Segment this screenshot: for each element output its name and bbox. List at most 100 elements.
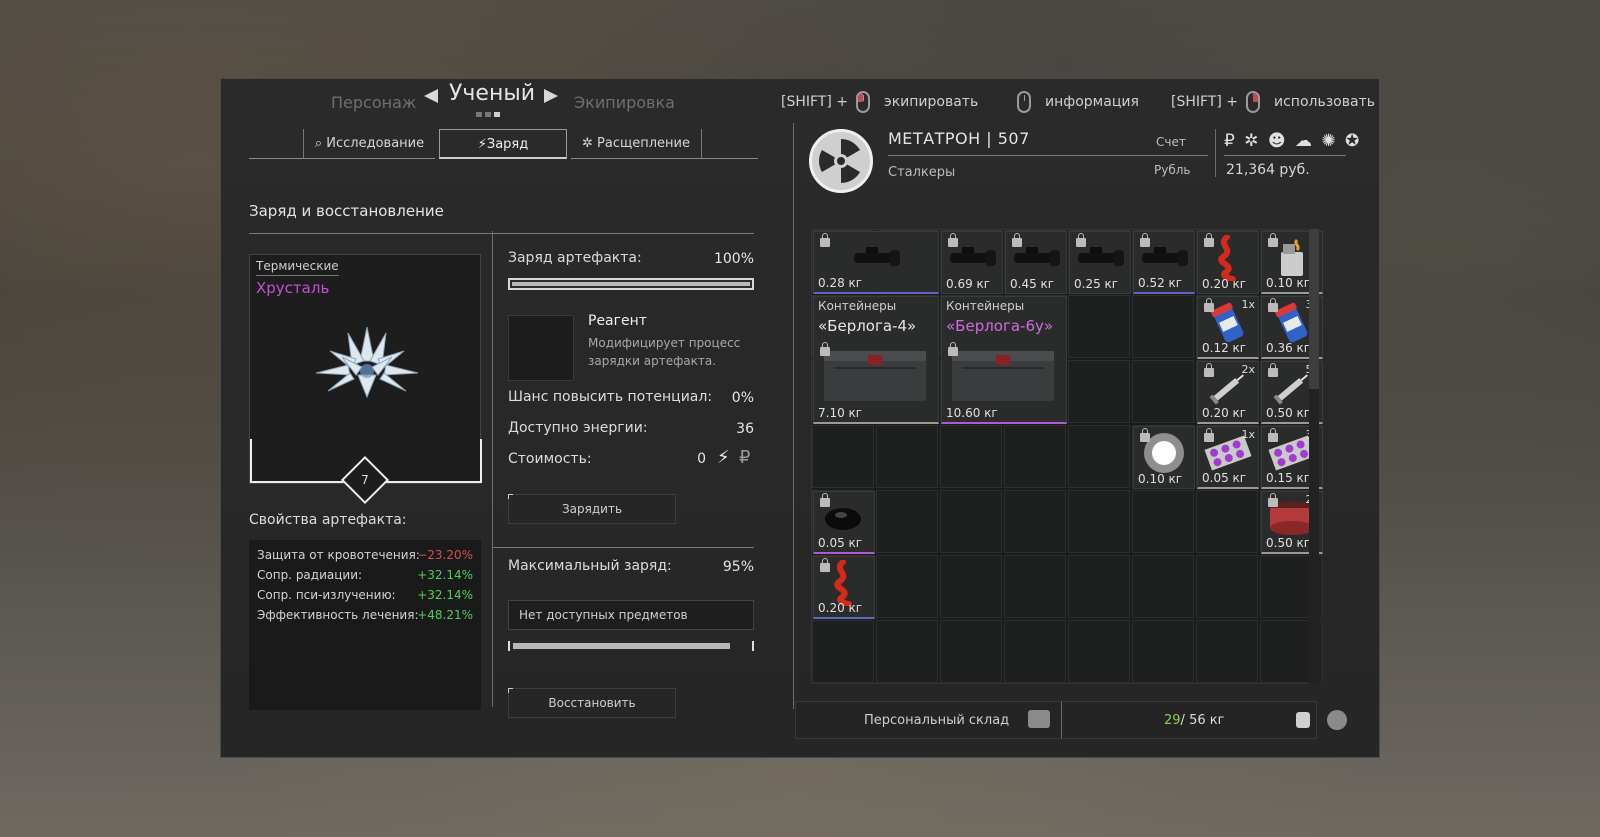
inventory-cell[interactable] bbox=[1196, 555, 1258, 618]
inventory-item-container[interactable]: Контейнеры «Берлога-4» 7.10 кг bbox=[813, 296, 939, 424]
inventory-cell[interactable] bbox=[940, 555, 1002, 618]
item-title: «Берлога-4» bbox=[818, 317, 917, 335]
currency-icons[interactable]: ₽ ✲ ☻ ☁ ✺ ✪ bbox=[1224, 131, 1361, 151]
artifact-preview[interactable]: Термические Хрусталь 7 bbox=[249, 254, 482, 505]
inventory-cell[interactable] bbox=[1004, 490, 1066, 553]
inventory-cell[interactable] bbox=[1132, 490, 1194, 553]
player-name: МЕТАТРОН | 507 bbox=[888, 129, 1030, 148]
item-count: 1x bbox=[1241, 298, 1255, 311]
item-category: Контейнеры bbox=[818, 299, 897, 313]
charge-button[interactable]: Зарядить bbox=[508, 494, 676, 524]
scope-icon bbox=[942, 243, 1002, 277]
subtab-spacer-left bbox=[249, 129, 303, 159]
inventory-item-scope[interactable]: 0.25 кг bbox=[1069, 231, 1131, 294]
inventory-item-artifact-black[interactable]: 0.05 кг bbox=[813, 491, 875, 554]
inventory-cell[interactable] bbox=[812, 620, 874, 683]
inventory-cell[interactable] bbox=[876, 490, 938, 553]
inventory-cell[interactable] bbox=[876, 425, 938, 488]
hint-equip-modifier: [SHIFT] + bbox=[781, 94, 849, 110]
inventory-cell[interactable] bbox=[1132, 555, 1194, 618]
item-weight: 0.52 кг bbox=[1138, 276, 1183, 290]
lock-icon bbox=[1012, 233, 1022, 247]
item-weight: 10.60 кг bbox=[946, 406, 998, 420]
artifact-props-title: Свойства артефакта: bbox=[249, 512, 407, 528]
tab-character[interactable]: Персонаж bbox=[331, 93, 416, 112]
tab-split[interactable]: ✲ Расщепление bbox=[571, 129, 701, 159]
container-image-icon bbox=[820, 347, 930, 409]
subtab-spacer-right bbox=[701, 129, 758, 159]
charge-label: Заряд артефакта: bbox=[508, 250, 642, 266]
item-count: 2x bbox=[1241, 363, 1255, 376]
inventory-cell[interactable] bbox=[1196, 620, 1258, 683]
inventory-item-scope[interactable]: 0.52 кг bbox=[1133, 231, 1195, 294]
inventory-cell[interactable] bbox=[812, 425, 874, 488]
inventory-cell[interactable] bbox=[1068, 425, 1130, 488]
lock-icon bbox=[1204, 233, 1214, 247]
lock-icon bbox=[1268, 428, 1278, 442]
lock-icon bbox=[1076, 233, 1086, 247]
lock-icon bbox=[820, 493, 830, 507]
trash-icon[interactable] bbox=[1327, 710, 1347, 730]
balance: 21,364 руб. bbox=[1226, 162, 1310, 178]
inventory-scrollbar[interactable] bbox=[1309, 229, 1319, 684]
prop-row: Защита от кровотечения: −23.20% bbox=[257, 548, 473, 566]
inventory-item-scope[interactable]: 0.45 кг bbox=[1005, 231, 1067, 294]
tab-page-indicator bbox=[476, 112, 500, 117]
inventory-item-artifact-white[interactable]: 0.10 кг bbox=[1133, 426, 1195, 489]
reagent-slot[interactable] bbox=[508, 315, 574, 381]
inventory-cell[interactable] bbox=[876, 555, 938, 618]
inventory-cell[interactable] bbox=[1132, 295, 1194, 358]
inventory-cell[interactable] bbox=[940, 490, 1002, 553]
inventory-grid[interactable]: 0.28 кг 0.69 кг 0.45 кг 0.25 кг 0.52 кг 0.20 … bbox=[811, 229, 1323, 684]
inventory-cell[interactable] bbox=[940, 620, 1002, 683]
inventory-item-syringe[interactable]: 2x 0.20 кг bbox=[1197, 361, 1259, 424]
charge-bar bbox=[508, 278, 754, 290]
energy-label: Доступно энергии: bbox=[508, 420, 648, 436]
inventory-cell[interactable] bbox=[1068, 295, 1130, 358]
inventory-cell[interactable] bbox=[1196, 490, 1258, 553]
tab-scientist[interactable]: Ученый bbox=[449, 81, 535, 106]
inventory-cell[interactable] bbox=[1068, 555, 1130, 618]
item-weight: 0.50 кг bbox=[1266, 536, 1311, 550]
tab-equipment[interactable]: Экипировка bbox=[574, 93, 675, 112]
item-weight: 0.15 кг bbox=[1266, 471, 1311, 485]
inventory-item-artifact-red[interactable]: 0.20 кг bbox=[1197, 231, 1259, 294]
item-weight: 0.20 кг bbox=[1202, 406, 1247, 420]
item-category: Контейнеры bbox=[946, 299, 1025, 313]
inventory-cell[interactable] bbox=[940, 425, 1002, 488]
tab-research-label: Исследование bbox=[326, 136, 425, 151]
inventory-cell[interactable] bbox=[1068, 490, 1130, 553]
next-tab-arrow-icon[interactable] bbox=[544, 89, 558, 103]
inventory-cell[interactable] bbox=[1132, 360, 1194, 423]
inventory-item-artifact-red[interactable]: 0.20 кг bbox=[813, 556, 875, 619]
inventory-item-scope[interactable]: 0.69 кг bbox=[941, 231, 1003, 294]
inventory-item-pills-blue[interactable]: 1x 0.12 кг bbox=[1197, 296, 1259, 359]
inventory-item-blister[interactable]: 1x 0.05 кг bbox=[1197, 426, 1259, 489]
top-bar: Персонаж Ученый Экипировка [SHIFT] + эки… bbox=[221, 79, 1381, 123]
inventory-cell[interactable] bbox=[1004, 425, 1066, 488]
storage-icon[interactable] bbox=[1028, 710, 1050, 728]
item-weight: 0.45 кг bbox=[1010, 277, 1055, 291]
tab-charge[interactable]: ⚡Заряд bbox=[439, 129, 567, 159]
restore-button[interactable]: Восстановить bbox=[508, 688, 676, 718]
item-weight: 0.05 кг bbox=[1202, 471, 1247, 485]
inventory-item-container[interactable]: Контейнеры «Берлога-6у» 10.60 кг bbox=[941, 296, 1067, 424]
inventory-cell[interactable] bbox=[1068, 360, 1130, 423]
item-title: «Берлога-6у» bbox=[946, 317, 1054, 335]
inventory-cell[interactable] bbox=[1004, 620, 1066, 683]
lock-icon bbox=[1204, 428, 1214, 442]
inventory-footer: Персональный склад 29/ 56 кг bbox=[795, 701, 1317, 739]
inventory-cell[interactable] bbox=[1132, 620, 1194, 683]
inventory-cell[interactable] bbox=[1068, 620, 1130, 683]
mouse-icon bbox=[1017, 91, 1031, 113]
inventory-cell[interactable] bbox=[1004, 555, 1066, 618]
lock-icon bbox=[1268, 363, 1278, 377]
restore-item-select[interactable]: Нет доступных предметов bbox=[508, 600, 754, 630]
prop-row: Эффективность лечения: +48.21% bbox=[257, 608, 473, 626]
tab-research[interactable]: ⌕ Исследование bbox=[303, 129, 435, 159]
scrollbar-thumb[interactable] bbox=[1309, 229, 1319, 389]
prev-tab-arrow-icon[interactable] bbox=[424, 89, 438, 103]
inventory-item-scope[interactable]: 0.28 кг bbox=[813, 231, 939, 294]
inventory-cell[interactable] bbox=[876, 620, 938, 683]
tab-charge-label: Заряд bbox=[486, 137, 529, 152]
